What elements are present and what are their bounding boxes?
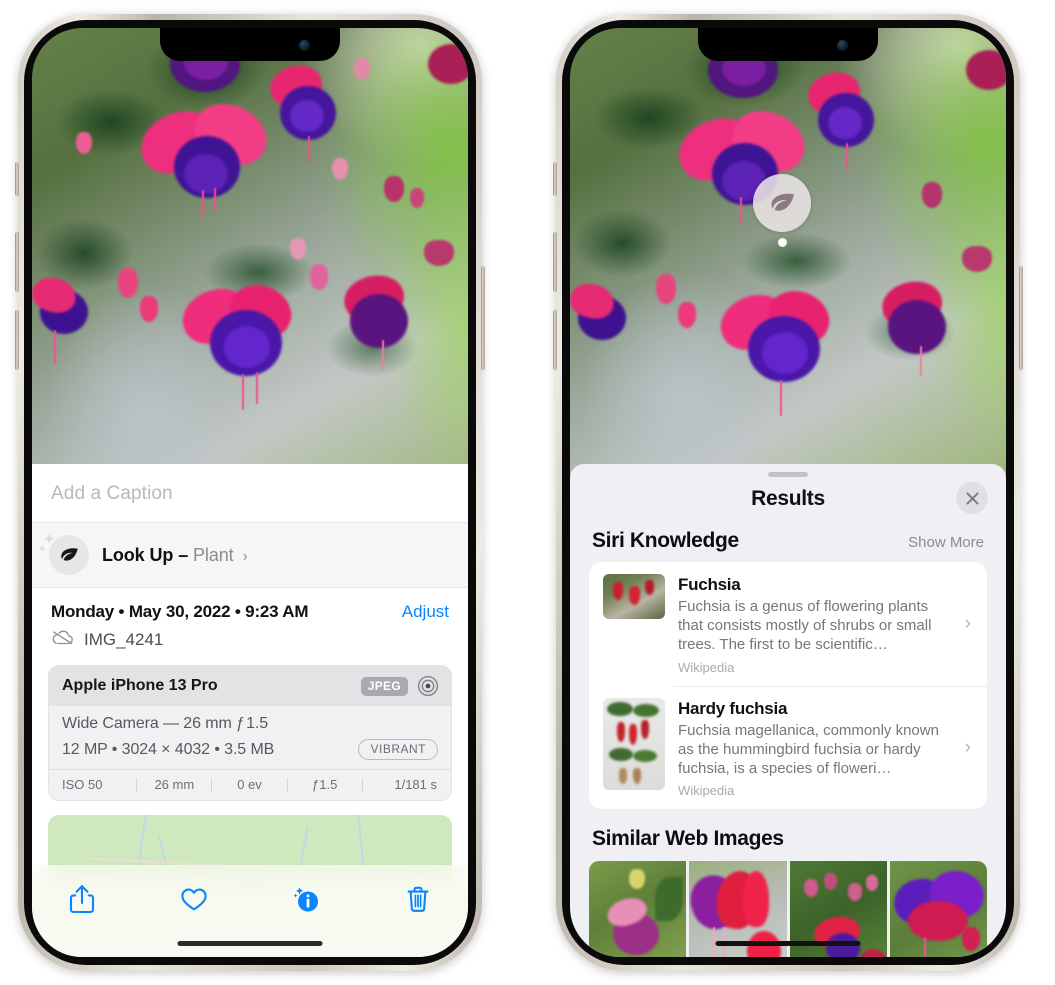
home-indicator-right[interactable]	[715, 941, 861, 946]
result-title: Fuchsia	[678, 575, 741, 594]
result-source: Wikipedia	[678, 659, 735, 675]
result-body: Hardy fuchsia Fuchsia magellanica, commo…	[678, 698, 950, 799]
close-button[interactable]	[956, 482, 988, 514]
photographic-style-badge: VIBRANT	[358, 739, 438, 760]
exif-card[interactable]: Apple iPhone 13 Pro JPEG Wide Camera — 2…	[48, 665, 452, 801]
siri-knowledge-title: Siri Knowledge	[592, 529, 739, 552]
chevron-right-icon: ›	[242, 547, 248, 565]
result-description: Fuchsia is a genus of flowering plants t…	[678, 598, 932, 654]
exif-stat-shutter: 1/181 s	[394, 777, 438, 792]
show-more-button[interactable]: Show More	[908, 534, 984, 551]
front-camera-icon	[299, 40, 310, 51]
look-up-subject: Plant	[193, 544, 234, 565]
leaf-icon	[49, 535, 89, 575]
power-button-right[interactable]	[1019, 266, 1023, 370]
photo-filename: IMG_4241	[84, 630, 164, 649]
caption-input[interactable]: Add a Caption	[32, 464, 468, 523]
metadata-date-row: Monday • May 30, 2022 • 9:23 AM Adjust	[51, 602, 449, 622]
screen-right: Results Siri Knowledge Show More Fuchsia…	[570, 28, 1006, 957]
screenshot-stage: Add a Caption ✦ ✦ Look Up – Plant › Mond…	[0, 0, 1055, 985]
result-title: Hardy fuchsia	[678, 698, 788, 718]
share-button[interactable]	[62, 879, 102, 919]
siri-knowledge-card: Fuchsia Fuchsia is a genus of flowering …	[589, 562, 987, 810]
results-title: Results	[751, 487, 825, 510]
exif-stat-iso: ISO 50	[62, 777, 103, 792]
photo-info-sheet: Add a Caption ✦ ✦ Look Up – Plant › Mond…	[32, 464, 468, 957]
volume-down-button-right[interactable]	[553, 310, 557, 370]
photo-foliage-overlay	[32, 28, 468, 498]
adjust-button[interactable]: Adjust	[402, 602, 449, 622]
notch-left	[160, 28, 340, 61]
exif-stats-row: ISO 50 26 mm 0 ev ƒ1.5 1/181 s	[49, 769, 451, 800]
result-description: Fuchsia magellanica, commonly known as t…	[678, 721, 939, 777]
iphone-right: Results Siri Knowledge Show More Fuchsia…	[553, 14, 1023, 971]
silent-switch-left[interactable]	[15, 162, 19, 196]
exif-header-right: JPEG	[360, 675, 439, 697]
chevron-right-icon: ›	[964, 613, 971, 635]
home-indicator-left[interactable]	[177, 941, 323, 946]
list-item[interactable]: Fuchsia Fuchsia is a genus of flowering …	[589, 562, 987, 686]
screen-left: Add a Caption ✦ ✦ Look Up – Plant › Mond…	[32, 28, 468, 957]
info-button[interactable]	[286, 879, 326, 919]
look-up-title: Look Up –	[102, 544, 189, 565]
result-source: Wikipedia	[678, 783, 735, 799]
silent-switch-right[interactable]	[553, 162, 557, 196]
web-image-4[interactable]	[889, 861, 987, 957]
web-image-1[interactable]	[589, 861, 687, 957]
exif-stat-ev: 0 ev	[237, 777, 262, 792]
similar-web-images-header: Similar Web Images	[570, 809, 1006, 861]
front-camera-icon	[837, 40, 848, 51]
result-thumbnail	[603, 697, 665, 790]
chevron-right-icon: ›	[964, 736, 971, 758]
look-up-row[interactable]: ✦ ✦ Look Up – Plant ›	[32, 523, 468, 588]
volume-up-button-left[interactable]	[15, 232, 19, 292]
exif-header: Apple iPhone 13 Pro JPEG	[49, 666, 451, 706]
result-thumbnail	[603, 574, 665, 619]
delete-button[interactable]	[398, 879, 438, 919]
notch-right	[698, 28, 878, 61]
exif-body: Wide Camera — 26 mm ƒ 1.5 12 MP • 3024 ×…	[49, 706, 451, 769]
iphone-left: Add a Caption ✦ ✦ Look Up – Plant › Mond…	[15, 14, 485, 971]
photo-metadata: Monday • May 30, 2022 • 9:23 AM Adjust I…	[32, 588, 468, 663]
result-body: Fuchsia Fuchsia is a genus of flowering …	[678, 574, 950, 675]
results-header: Results	[570, 477, 1006, 521]
photo-date: Monday • May 30, 2022 • 9:23 AM	[51, 602, 309, 621]
exif-stat-focal: 26 mm	[154, 777, 195, 792]
image-size-info: 12 MP • 3024 × 4032 • 3.5 MB	[62, 740, 275, 758]
look-up-label: Look Up – Plant ›	[102, 545, 248, 566]
exif-size-row: 12 MP • 3024 × 4032 • 3.5 MB VIBRANT	[62, 739, 438, 760]
exif-stat-aperture: ƒ1.5	[312, 777, 338, 792]
volume-up-button-right[interactable]	[553, 232, 557, 292]
photo-viewer-left[interactable]	[32, 28, 468, 498]
power-button-left[interactable]	[481, 266, 485, 370]
camera-device-name: Apple iPhone 13 Pro	[62, 677, 218, 694]
favorite-button[interactable]	[174, 879, 214, 919]
siri-knowledge-header: Siri Knowledge Show More	[570, 521, 1006, 562]
format-badge: JPEG	[360, 676, 408, 696]
photo-viewer-right[interactable]	[570, 28, 1006, 476]
visual-lookup-results-sheet: Results Siri Knowledge Show More Fuchsia…	[570, 464, 1006, 957]
list-item[interactable]: Hardy fuchsia Fuchsia magellanica, commo…	[589, 685, 987, 810]
look-up-icon-wrap: ✦ ✦	[38, 531, 89, 575]
look-up-anchor-dot	[778, 238, 787, 247]
raw-circle-icon	[417, 675, 439, 697]
sparkle-icon-small: ✦	[38, 544, 47, 555]
icloud-slash-icon	[51, 629, 75, 651]
similar-web-images-title: Similar Web Images	[592, 827, 784, 851]
lens-info: Wide Camera — 26 mm ƒ 1.5	[62, 715, 269, 732]
look-up-leaf-badge[interactable]	[753, 174, 811, 232]
volume-down-button-left[interactable]	[15, 310, 19, 370]
photo-foliage-overlay	[570, 28, 1006, 476]
metadata-file-row: IMG_4241	[51, 629, 449, 651]
